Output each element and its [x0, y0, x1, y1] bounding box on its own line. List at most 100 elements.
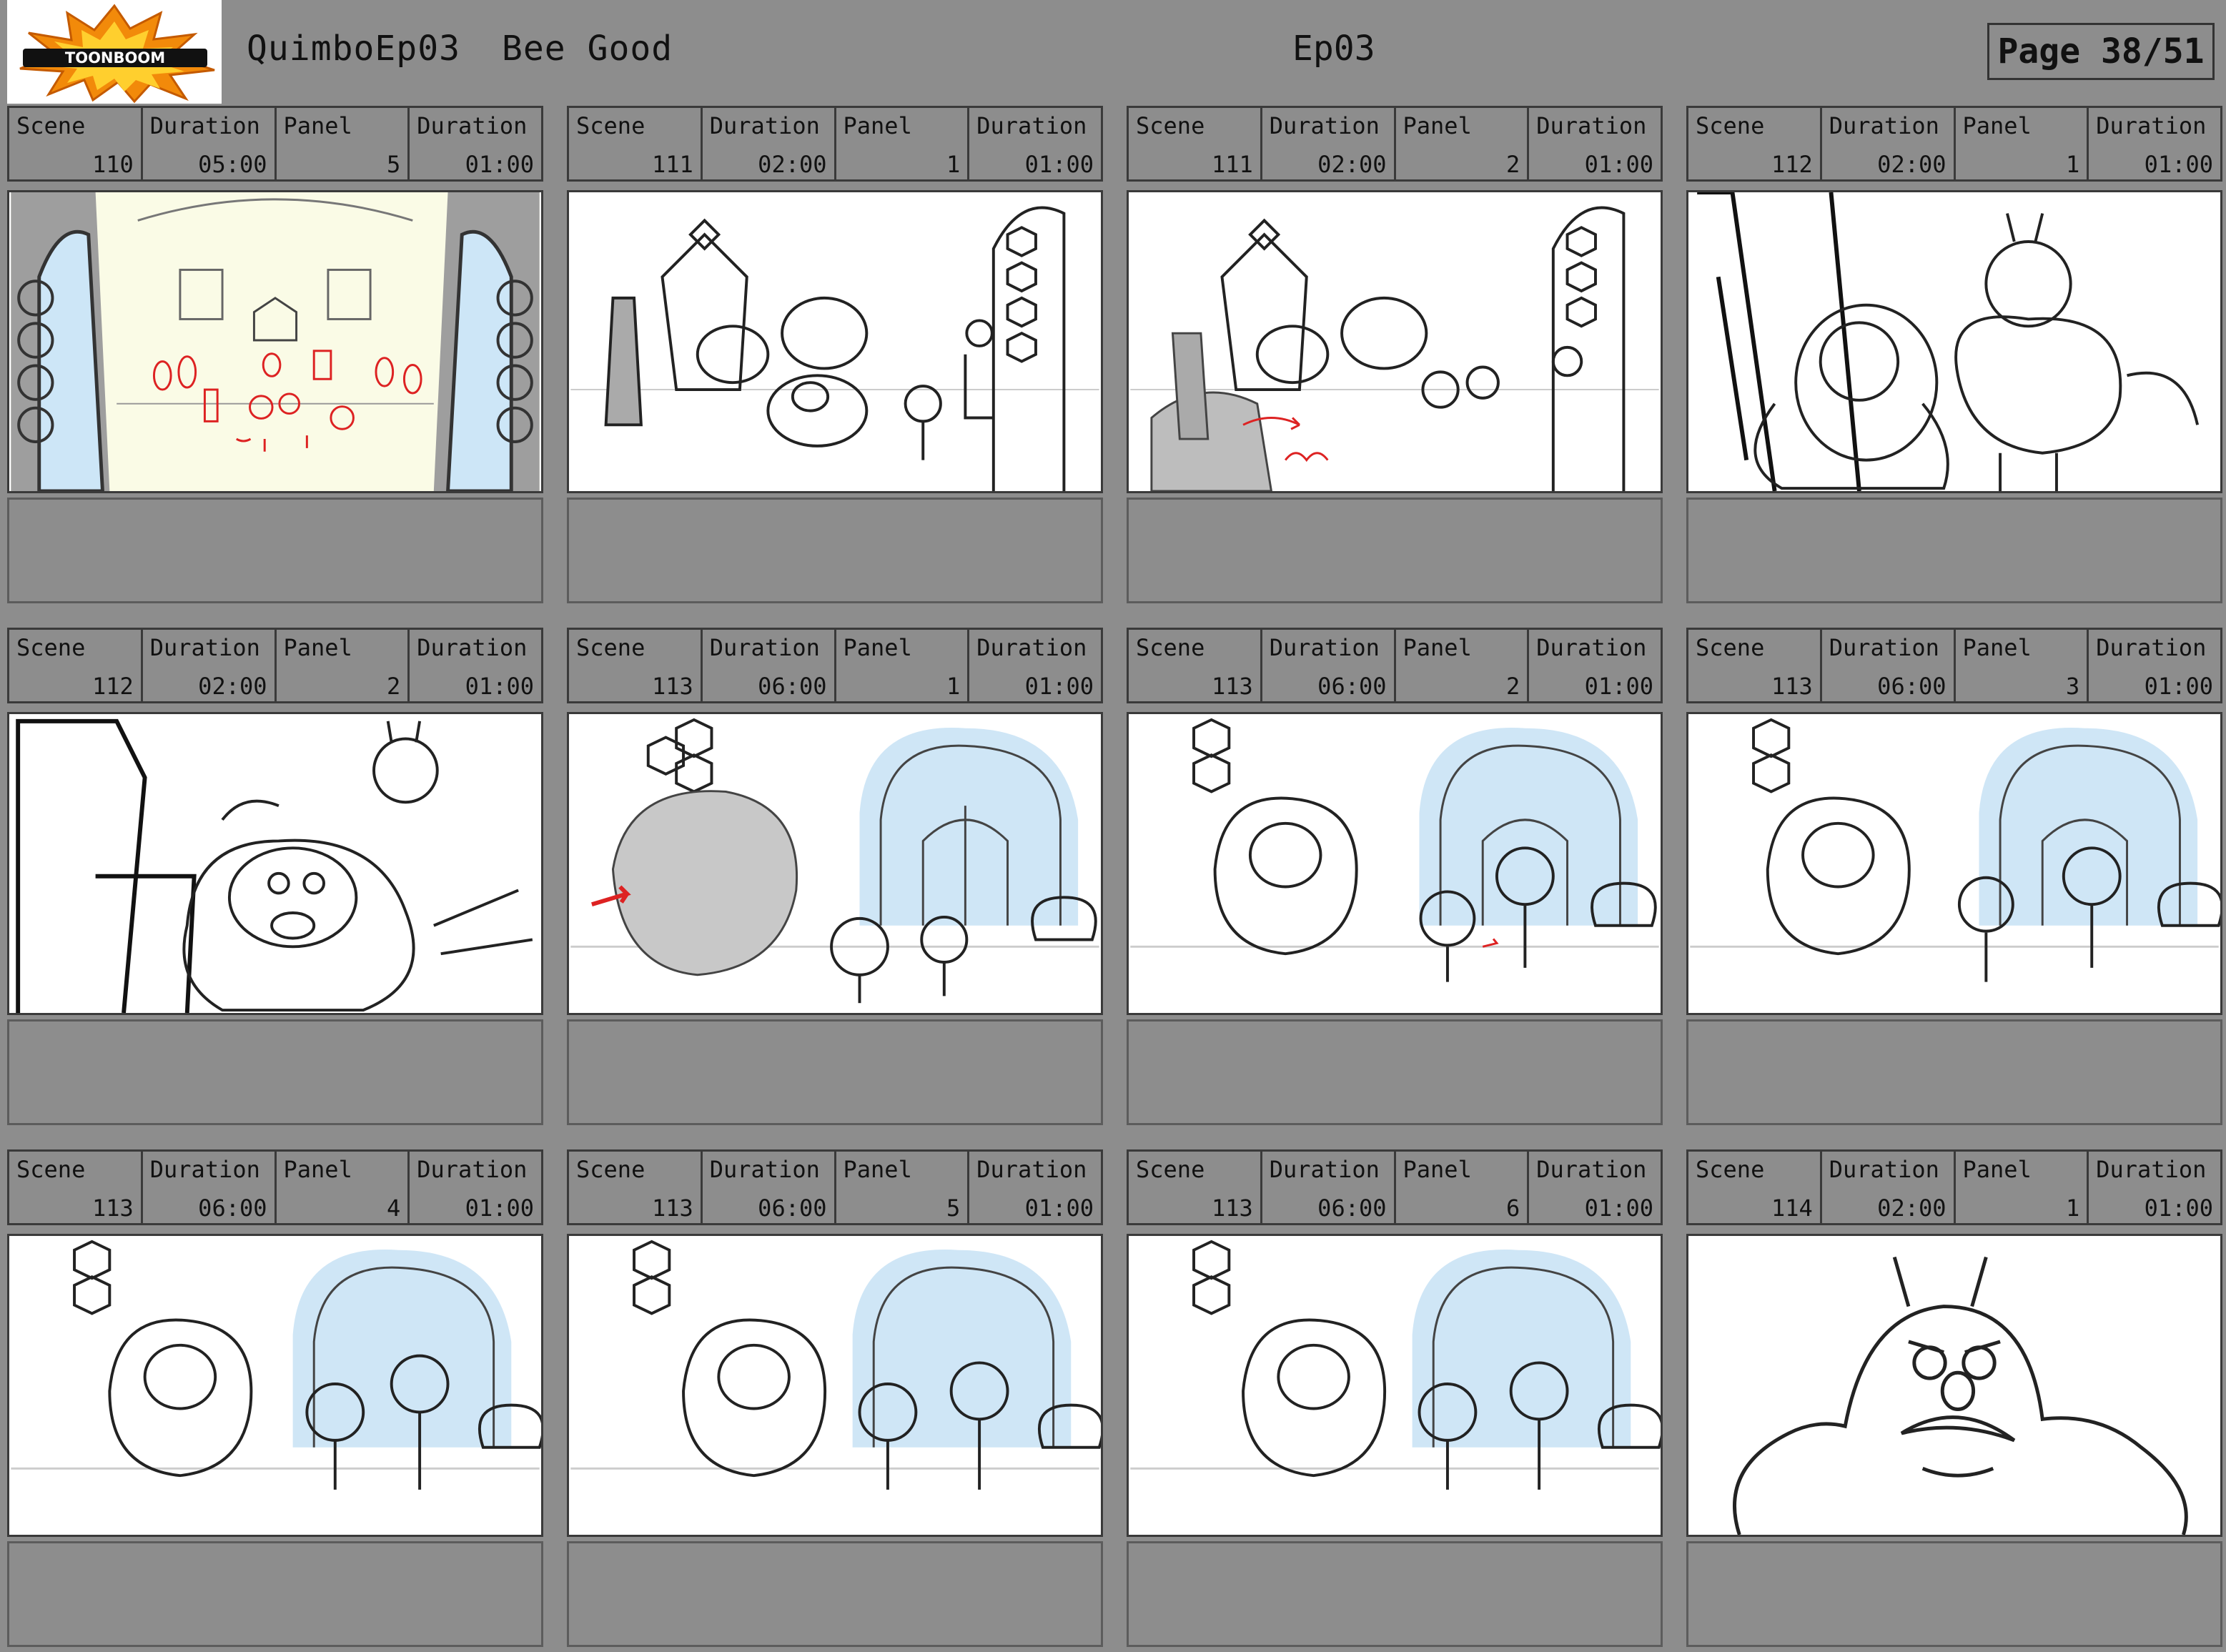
panel-duration: 01:00: [2144, 673, 2213, 700]
scene-label: Scene: [1136, 634, 1205, 661]
panel-notes[interactable]: [7, 1541, 543, 1647]
panel-number: 1: [946, 151, 961, 178]
panel-frame[interactable]: [7, 1234, 543, 1537]
scene-label: Scene: [16, 112, 86, 139]
queen-closeup-sketch: [1690, 192, 2219, 491]
storyboard-panel[interactable]: Scene 113 Duration 06:00 Panel 1 Duration 01…: [567, 628, 1103, 1128]
panel-frame[interactable]: [1127, 1234, 1663, 1537]
panel-info-bar: Scene 113 Duration 06:00 Panel 1 Duration 01…: [567, 628, 1103, 703]
scene-label: Scene: [1136, 112, 1205, 139]
duration-label: Duration: [417, 112, 528, 139]
panel-frame[interactable]: [7, 712, 543, 1015]
scene-number: 112: [91, 673, 134, 700]
angry-guard-closeup-sketch: [1690, 1236, 2219, 1535]
panel-frame[interactable]: [567, 712, 1103, 1015]
panel-duration: 01:00: [465, 673, 534, 700]
scene-cell: Scene 112: [9, 630, 143, 701]
scene-label: Scene: [576, 112, 645, 139]
scene-duration-cell: Duration 02:00: [1262, 108, 1396, 179]
panel-duration-cell: Duration 01:00: [1529, 1152, 1661, 1223]
episode-code: Ep03: [1292, 29, 1375, 69]
scene-duration-cell: Duration 06:00: [703, 630, 836, 701]
duration-label: Duration: [709, 634, 820, 661]
panel-notes[interactable]: [7, 1019, 543, 1125]
scene-duration-cell: Duration 02:00: [1822, 108, 1956, 179]
scene-duration: 02:00: [758, 151, 827, 178]
panel-frame[interactable]: [1686, 190, 2222, 493]
panel-info-bar: Scene 111 Duration 02:00 Panel 1 Duration 01…: [567, 106, 1103, 182]
scene-duration: 06:00: [1877, 673, 1946, 700]
scene-label: Scene: [576, 1156, 645, 1183]
panel-notes[interactable]: [1686, 1541, 2222, 1647]
panel-notes[interactable]: [7, 498, 543, 603]
panel-duration: 01:00: [1584, 673, 1653, 700]
storyboard-panel[interactable]: Scene 112 Duration 02:00 Panel 2 Duration 01…: [7, 628, 543, 1128]
panel-cell: Panel 2: [1396, 630, 1530, 701]
storyboard-panel[interactable]: Scene 110 Duration 05:00 Panel 5 Duration 01…: [7, 106, 543, 606]
scene-cell: Scene 111: [569, 108, 703, 179]
duration-label: Duration: [1536, 634, 1647, 661]
panel-cell: Panel 2: [277, 630, 410, 701]
storyboard-panel[interactable]: Scene 113 Duration 06:00 Panel 2 Duration 01…: [1127, 628, 1663, 1128]
panel-frame[interactable]: [1127, 712, 1663, 1015]
panel-notes[interactable]: [567, 1541, 1103, 1647]
duration-label: Duration: [976, 634, 1087, 661]
panel-frame[interactable]: [7, 190, 543, 493]
page-title: QuimboEp03 Bee Good: [247, 29, 714, 69]
panel-cell: Panel 6: [1396, 1152, 1530, 1223]
scene-duration: 06:00: [758, 673, 827, 700]
storyboard-panel[interactable]: Scene 112 Duration 02:00 Panel 1 Duration 01…: [1686, 106, 2222, 606]
hall-trio-sketch: [1130, 714, 1659, 1013]
panel-notes[interactable]: [1686, 1019, 2222, 1125]
storyboard-panel[interactable]: Scene 113 Duration 06:00 Panel 4 Duration 01…: [7, 1149, 543, 1650]
panel-label: Panel: [1962, 1156, 2032, 1183]
panel-cell: Panel 2: [1396, 108, 1530, 179]
panel-duration-cell: Duration 01:00: [969, 108, 1101, 179]
duration-label: Duration: [2096, 112, 2207, 139]
panel-frame[interactable]: [1686, 1234, 2222, 1537]
hall-trio-sketch: [1690, 714, 2220, 1013]
panel-notes[interactable]: [567, 498, 1103, 603]
panel-cell: Panel 5: [836, 1152, 970, 1223]
panel-duration: 01:00: [1584, 1195, 1653, 1222]
toonboom-logo: TOONBOOM: [7, 0, 222, 104]
duration-label: Duration: [1829, 112, 1939, 139]
panel-notes[interactable]: [567, 1019, 1103, 1125]
panel-duration: 01:00: [2144, 151, 2213, 178]
scene-label: Scene: [1696, 112, 1765, 139]
panel-frame[interactable]: [567, 190, 1103, 493]
scene-duration: 06:00: [198, 1195, 267, 1222]
scene-cell: Scene 113: [9, 1152, 143, 1223]
panel-duration-cell: Duration 01:00: [1529, 630, 1661, 701]
panel-info-bar: Scene 113 Duration 06:00 Panel 6 Duration 01…: [1127, 1149, 1663, 1225]
panel-number: 2: [386, 673, 401, 700]
storyboard-panel[interactable]: Scene 114 Duration 02:00 Panel 1 Duration 01…: [1686, 1149, 2222, 1650]
panel-notes[interactable]: [1686, 498, 2222, 603]
panel-frame[interactable]: [1127, 190, 1663, 493]
duration-label: Duration: [1829, 634, 1939, 661]
panel-frame[interactable]: [1686, 712, 2222, 1015]
episode-title: Bee Good: [501, 29, 673, 69]
panel-info-bar: Scene 112 Duration 02:00 Panel 2 Duration 01…: [7, 628, 543, 703]
scene-label: Scene: [16, 1156, 86, 1183]
panel-cell: Panel 1: [1956, 108, 2089, 179]
hall-trio-sketch: [1130, 1236, 1661, 1535]
scene-label: Scene: [1696, 1156, 1765, 1183]
duration-label: Duration: [1536, 1156, 1647, 1183]
storyboard-panel[interactable]: Scene 113 Duration 06:00 Panel 3 Duration 01…: [1686, 628, 2222, 1128]
panel-notes[interactable]: [1127, 1541, 1663, 1647]
storyboard-panel[interactable]: Scene 111 Duration 02:00 Panel 1 Duration 01…: [567, 106, 1103, 606]
panel-info-bar: Scene 113 Duration 06:00 Panel 5 Duration 01…: [567, 1149, 1103, 1225]
storyboard-panel[interactable]: Scene 111 Duration 02:00 Panel 2 Duration 01…: [1127, 106, 1663, 606]
storyboard-panel[interactable]: Scene 113 Duration 06:00 Panel 6 Duration 01…: [1127, 1149, 1663, 1650]
panel-notes[interactable]: [1127, 1019, 1663, 1125]
panel-number: 3: [2065, 673, 2080, 700]
panel-info-bar: Scene 111 Duration 02:00 Panel 2 Duration 01…: [1127, 106, 1663, 182]
panel-duration-cell: Duration 01:00: [410, 108, 541, 179]
panel-info-bar: Scene 113 Duration 06:00 Panel 4 Duration 01…: [7, 1149, 543, 1225]
panel-cell: Panel 4: [277, 1152, 410, 1223]
storyboard-panel[interactable]: Scene 113 Duration 06:00 Panel 5 Duration 01…: [567, 1149, 1103, 1650]
panel-notes[interactable]: [1127, 498, 1663, 603]
panel-frame[interactable]: [567, 1234, 1103, 1537]
panel-duration-cell: Duration 01:00: [410, 1152, 541, 1223]
